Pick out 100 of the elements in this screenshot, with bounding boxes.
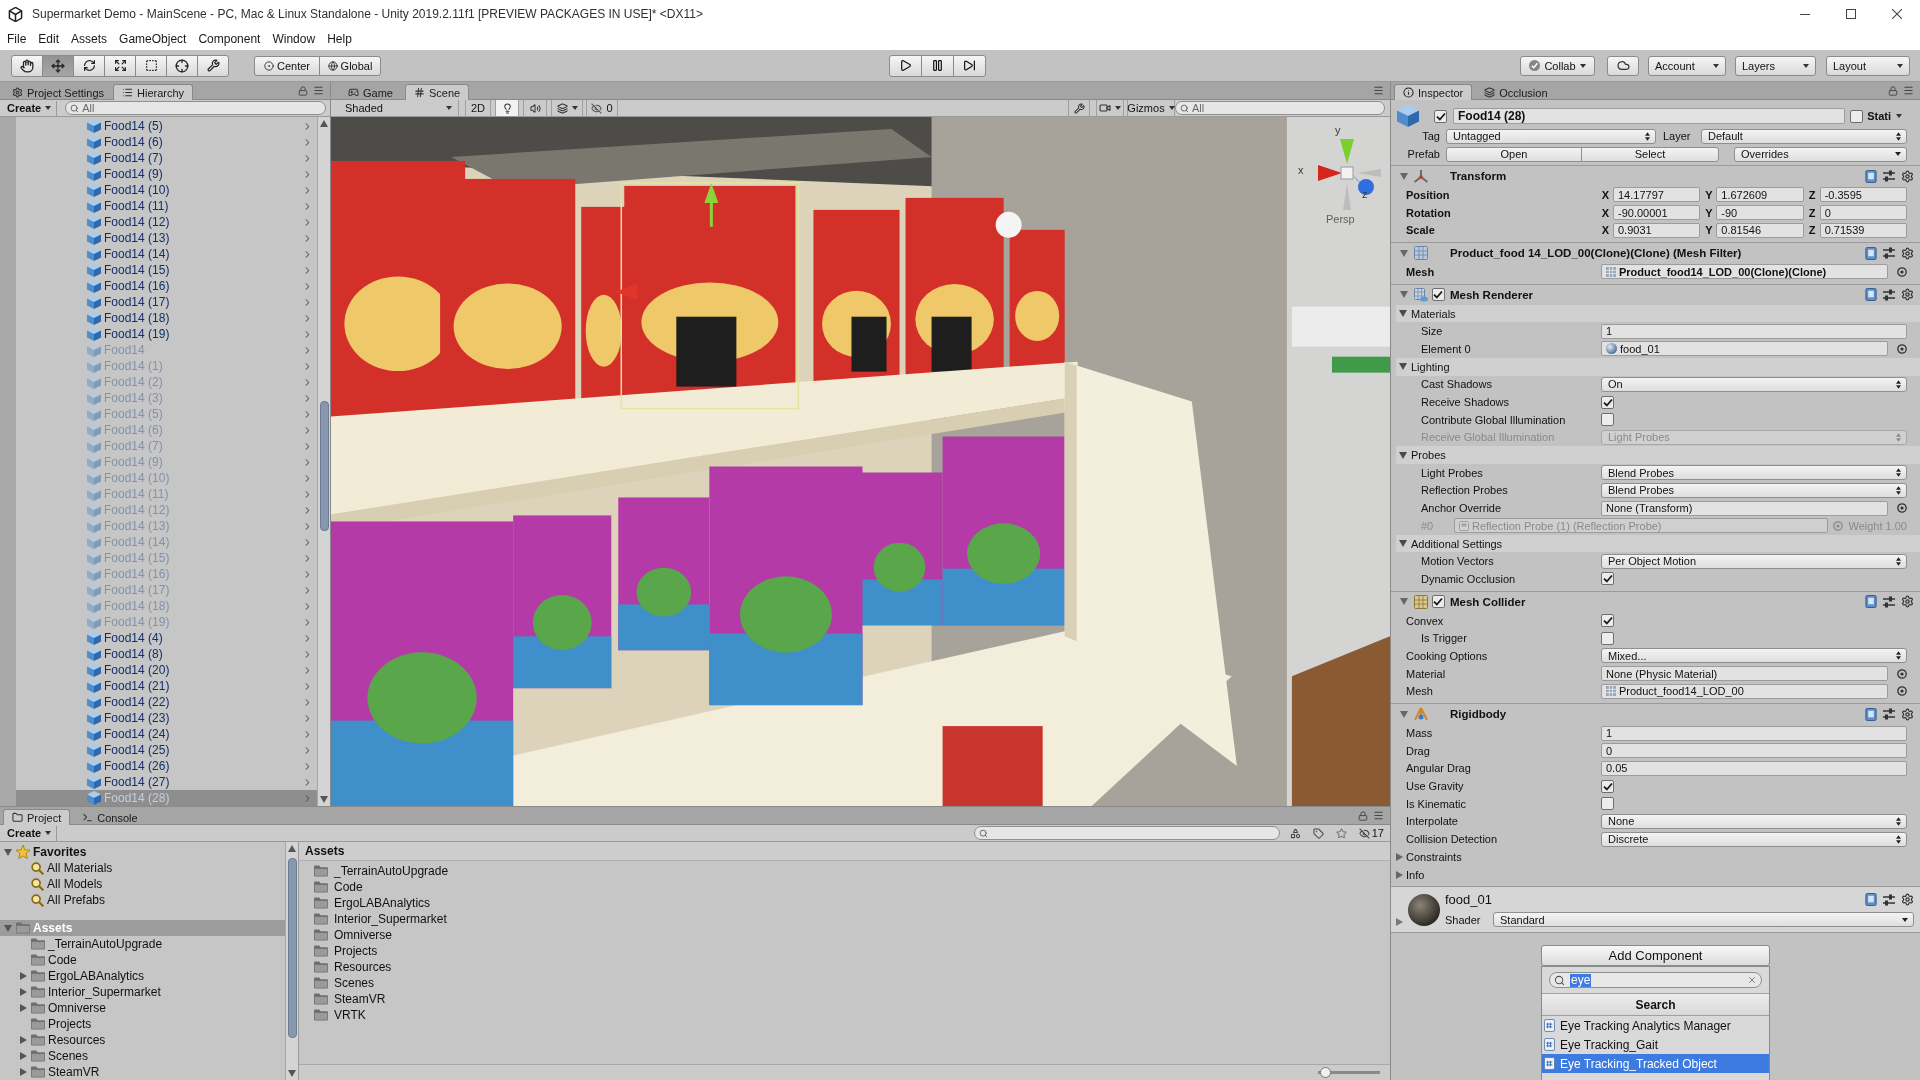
triangle-down-icon[interactable] [4, 848, 12, 856]
triangle-down-icon[interactable] [1400, 249, 1408, 257]
target-icon[interactable] [1897, 503, 1907, 514]
triangle-down-icon[interactable] [1399, 310, 1407, 318]
tool-button[interactable] [166, 54, 198, 77]
pivot-button[interactable]: Center [254, 55, 320, 76]
dropdown[interactable]: Per Object Motion [1601, 553, 1907, 569]
hierarchy-item[interactable]: Food14 (8) [16, 646, 317, 662]
triangle-right-icon[interactable] [19, 1036, 27, 1044]
hierarchy-item[interactable]: Food14 (20) [16, 662, 317, 678]
shading-dropdown[interactable]: Shaded [339, 100, 459, 116]
tree-item[interactable]: All Materials [0, 860, 285, 876]
clear-icon[interactable] [1747, 975, 1757, 986]
triangle-right-icon[interactable] [19, 1052, 27, 1060]
target-icon[interactable] [1897, 686, 1907, 697]
triangle-right-icon[interactable] [1396, 852, 1403, 861]
orientation-gizmo[interactable] [1317, 137, 1382, 212]
collab-dropdown[interactable]: Collab [1520, 55, 1595, 76]
number-field[interactable]: 0 [1601, 743, 1907, 759]
search-field[interactable]: eye [1549, 972, 1762, 989]
dropdown[interactable]: Standard [1493, 912, 1914, 928]
object-field[interactable]: food_01 [1601, 341, 1888, 357]
hierarchy-item[interactable]: Food14 (4) [16, 630, 317, 646]
tree-item[interactable]: Favorites [0, 844, 285, 860]
panel-tab[interactable]: Console [73, 809, 147, 825]
menu-item[interactable]: GameObject [113, 32, 193, 46]
panel-tab[interactable]: Project [3, 809, 71, 825]
tools-button[interactable] [1068, 100, 1090, 116]
add-component-button[interactable]: Add Component [1541, 945, 1770, 967]
tool-button[interactable] [135, 54, 167, 77]
hierarchy-item[interactable]: Food14 (27) [16, 774, 317, 790]
menu-item[interactable]: File [1, 32, 33, 46]
asset-item[interactable]: Interior_Supermarket [299, 911, 1390, 927]
checkbox[interactable] [1601, 797, 1614, 811]
hidden-objects-button[interactable]: 0 [586, 100, 618, 116]
foldout-header[interactable]: Constraints [1391, 848, 1920, 866]
panel-tab[interactable]: Occlusion [1475, 84, 1557, 100]
tool-button[interactable] [11, 54, 43, 77]
playback-button[interactable] [889, 54, 922, 77]
menu-item[interactable]: Assets [65, 32, 114, 46]
number-field[interactable]: 14.17797 [1613, 187, 1701, 203]
hierarchy-item[interactable]: Food14 (13) [16, 230, 317, 246]
tree-item[interactable]: Code [0, 952, 285, 968]
triangle-down-icon[interactable] [1400, 291, 1408, 299]
tree-item[interactable]: _TerrainAutoUpgrade [0, 936, 285, 952]
triangle-up-icon[interactable] [288, 845, 296, 852]
favorite-button[interactable] [1333, 825, 1349, 841]
help-book-icon[interactable] [1865, 595, 1877, 609]
hierarchy-item[interactable]: Food14 (5) [16, 118, 317, 134]
triangle-down-icon[interactable] [1400, 710, 1408, 718]
tree-item[interactable]: All Models [0, 876, 285, 892]
camera-dropdown[interactable] [1096, 100, 1124, 116]
checkbox[interactable] [1601, 631, 1614, 645]
playback-button[interactable] [921, 54, 954, 77]
triangle-right-icon[interactable] [1396, 870, 1403, 879]
gizmos-dropdown[interactable]: Gizmos [1127, 100, 1175, 116]
asset-item[interactable]: Resources [299, 959, 1390, 975]
menu-icon[interactable] [313, 85, 324, 96]
hidden-packages-button[interactable]: 17 [1356, 825, 1386, 841]
tree-item[interactable]: ErgoLABAnalytics [0, 968, 285, 984]
menu-item[interactable]: Component [192, 32, 267, 46]
create-dropdown[interactable]: Create [4, 825, 58, 841]
checkbox[interactable] [1601, 395, 1614, 409]
gear-icon[interactable] [1901, 595, 1914, 609]
tool-button[interactable] [197, 54, 229, 77]
triangle-down-icon[interactable] [288, 1070, 296, 1077]
object-field[interactable]: None (Physic Material) [1601, 666, 1888, 682]
search-field[interactable]: All [1175, 101, 1385, 115]
cloud-button[interactable] [1607, 55, 1639, 76]
panel-tab[interactable]: Game [339, 84, 402, 100]
projection-label[interactable]: Persp [1326, 213, 1355, 225]
chevron-right-icon[interactable] [302, 248, 313, 260]
hierarchy-item[interactable]: Food14 (26) [16, 758, 317, 774]
dropdown[interactable]: Discrete [1601, 831, 1907, 847]
hierarchy-item[interactable]: Food14 (18) [16, 310, 317, 326]
dropdown[interactable]: Blend Probes [1601, 465, 1907, 481]
object-field[interactable]: None (Transform) [1601, 500, 1888, 516]
target-icon[interactable] [1897, 266, 1907, 277]
slider-thumb[interactable] [1320, 1067, 1332, 1078]
sliders-icon[interactable] [1883, 893, 1895, 906]
number-field[interactable]: 1.672609 [1716, 187, 1804, 203]
sliders-icon[interactable] [1883, 247, 1895, 260]
asset-item[interactable]: Scenes [299, 975, 1390, 991]
help-book-icon[interactable] [1865, 707, 1877, 721]
number-field[interactable]: -90.00001 [1613, 205, 1701, 221]
gear-icon[interactable] [1901, 707, 1914, 721]
checkbox[interactable] [1850, 109, 1864, 123]
triangle-down-icon[interactable] [320, 796, 328, 803]
component-option[interactable]: Eye Tracking_Gait [1542, 1035, 1769, 1055]
dropdown[interactable]: None [1601, 813, 1907, 829]
number-field[interactable]: 0.71539 [1819, 222, 1907, 238]
checkbox[interactable] [1434, 109, 1447, 123]
scene-toggle[interactable] [495, 100, 519, 116]
tree-item[interactable]: Resources [0, 1032, 285, 1048]
section-header[interactable]: Additional Settings [1396, 534, 1920, 553]
name-field[interactable]: Food14 (28) [1453, 108, 1846, 124]
menu-icon[interactable] [1903, 85, 1914, 96]
triangle-down-icon[interactable] [1399, 540, 1407, 548]
number-field[interactable]: 0.9031 [1613, 222, 1701, 238]
sliders-icon[interactable] [1883, 288, 1895, 301]
